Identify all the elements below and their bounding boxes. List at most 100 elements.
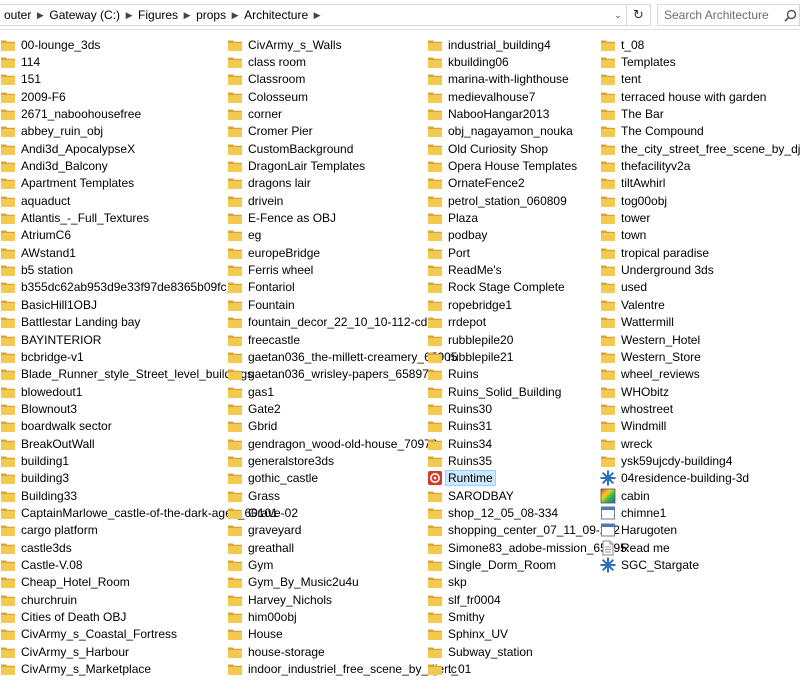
folder-item[interactable]: NabooHangar2013 <box>427 105 627 122</box>
folder-item[interactable]: Port <box>427 244 627 261</box>
folder-item[interactable]: House <box>227 626 457 643</box>
folder-item[interactable]: tropical paradise <box>600 244 800 261</box>
breadcrumb-item[interactable]: Architecture <box>242 8 310 22</box>
folder-item[interactable]: Ruins30 <box>427 400 627 417</box>
folder-item[interactable]: Ruins_Solid_Building <box>427 383 627 400</box>
folder-item[interactable]: used <box>600 279 800 296</box>
file-item[interactable]: Runtime <box>427 470 627 487</box>
folder-item[interactable]: slf_fr0004 <box>427 591 627 608</box>
folder-item[interactable]: gaetan036_wrisley-papers_65897 <box>227 366 457 383</box>
folder-item[interactable]: Ruins34 <box>427 435 627 452</box>
folder-item[interactable]: whostreet <box>600 400 800 417</box>
folder-item[interactable]: shopping_center_07_11_09-252 <box>427 522 627 539</box>
file-item[interactable]: chimne1 <box>600 504 800 521</box>
chevron-right-icon[interactable]: ▶ <box>33 10 47 21</box>
breadcrumb-item[interactable]: Figures <box>136 8 180 22</box>
folder-item[interactable]: shop_12_05_08-334 <box>427 504 627 521</box>
folder-item[interactable]: freecastle <box>227 331 457 348</box>
folder-item[interactable]: CivArmy_s_Walls <box>227 36 457 53</box>
folder-item[interactable]: Grave-02 <box>227 504 457 521</box>
folder-item[interactable]: Underground 3ds <box>600 261 800 278</box>
folder-item[interactable]: tent <box>600 71 800 88</box>
file-item[interactable]: Harugoten <box>600 522 800 539</box>
folder-item[interactable]: Single_Dorm_Room <box>427 556 627 573</box>
folder-item[interactable]: Templates <box>600 53 800 70</box>
chevron-right-icon[interactable]: ▶ <box>180 10 194 21</box>
folder-item[interactable]: Western_Store <box>600 348 800 365</box>
folder-item[interactable]: gendragon_wood-old-house_70978 <box>227 435 457 452</box>
folder-item[interactable]: Ruins35 <box>427 452 627 469</box>
folder-item[interactable]: Windmill <box>600 418 800 435</box>
folder-item[interactable]: skp <box>427 574 627 591</box>
folder-item[interactable]: Subway_station <box>427 643 627 660</box>
folder-item[interactable]: The Compound <box>600 123 800 140</box>
folder-item[interactable]: industrial_building4 <box>427 36 627 53</box>
folder-item[interactable]: town <box>600 227 800 244</box>
folder-item[interactable]: petrol_station_060809 <box>427 192 627 209</box>
folder-item[interactable]: Ruins <box>427 366 627 383</box>
address-dropdown-icon[interactable]: ⌄ <box>609 4 627 26</box>
folder-item[interactable]: Fontariol <box>227 279 457 296</box>
folder-item[interactable]: OrnateFence2 <box>427 175 627 192</box>
folder-item[interactable]: gothic_castle <box>227 470 457 487</box>
folder-item[interactable]: europeBridge <box>227 244 457 261</box>
folder-item[interactable]: him00obj <box>227 608 457 625</box>
folder-item[interactable]: tiltAwhirl <box>600 175 800 192</box>
breadcrumb-item[interactable]: props <box>194 8 228 22</box>
chevron-right-icon[interactable]: ▶ <box>122 10 136 21</box>
file-item[interactable]: 04residence-building-3d <box>600 470 800 487</box>
folder-item[interactable]: terraced house with garden <box>600 88 800 105</box>
folder-item[interactable]: tower <box>600 209 800 226</box>
folder-item[interactable]: rubblepile20 <box>427 331 627 348</box>
folder-item[interactable]: Opera House Templates <box>427 157 627 174</box>
folder-item[interactable]: SARODBAY <box>427 487 627 504</box>
folder-item[interactable]: The Bar <box>600 105 800 122</box>
folder-item[interactable]: t_08 <box>600 36 800 53</box>
folder-item[interactable]: Valentre <box>600 296 800 313</box>
folder-item[interactable]: Colosseum <box>227 88 457 105</box>
folder-item[interactable]: Rock Stage Complete <box>427 279 627 296</box>
folder-item[interactable]: tog00obj <box>600 192 800 209</box>
folder-item[interactable]: gas1 <box>227 383 457 400</box>
folder-item[interactable]: Plaza <box>427 209 627 226</box>
folder-item[interactable]: DragonLair Templates <box>227 157 457 174</box>
folder-item[interactable]: Ferris wheel <box>227 261 457 278</box>
folder-item[interactable]: graveyard <box>227 522 457 539</box>
file-item[interactable]: SGC_Stargate <box>600 556 800 573</box>
folder-item[interactable]: Smithy <box>427 608 627 625</box>
folder-item[interactable]: Ruins31 <box>427 418 627 435</box>
folder-item[interactable]: eg <box>227 227 457 244</box>
folder-item[interactable]: E-Fence as OBJ <box>227 209 457 226</box>
folder-item[interactable]: ReadMe's <box>427 261 627 278</box>
folder-item[interactable]: house-storage <box>227 643 457 660</box>
folder-item[interactable]: Harvey_Nichols <box>227 591 457 608</box>
folder-item[interactable]: Gate2 <box>227 400 457 417</box>
breadcrumb-item[interactable]: Gateway (C:) <box>47 8 122 22</box>
folder-item[interactable]: Cromer Pier <box>227 123 457 140</box>
chevron-right-icon[interactable]: ▶ <box>228 10 242 21</box>
folder-item[interactable]: ropebridge1 <box>427 296 627 313</box>
search-icon[interactable] <box>782 5 799 25</box>
folder-item[interactable]: marina-with-lighthouse <box>427 71 627 88</box>
folder-item[interactable]: Wattermill <box>600 314 800 331</box>
folder-item[interactable]: Gbrid <box>227 418 457 435</box>
folder-item[interactable]: the_city_street_free_scene_by_djeric <box>600 140 800 157</box>
folder-item[interactable]: WHObitz <box>600 383 800 400</box>
file-item[interactable]: cabin <box>600 487 800 504</box>
folder-item[interactable]: Sphinx_UV <box>427 626 627 643</box>
folder-item[interactable]: Fountain <box>227 296 457 313</box>
folder-item[interactable]: Old Curiosity Shop <box>427 140 627 157</box>
folder-item[interactable]: rubblepile21 <box>427 348 627 365</box>
folder-item[interactable]: medievalhouse7 <box>427 88 627 105</box>
folder-item[interactable]: ysk59ujcdy-building4 <box>600 452 800 469</box>
folder-item[interactable]: Classroom <box>227 71 457 88</box>
folder-item[interactable]: Simone83_adobe-mission_65695 <box>427 539 627 556</box>
folder-item[interactable]: wheel_reviews <box>600 366 800 383</box>
folder-item[interactable]: Western_Hotel <box>600 331 800 348</box>
file-item[interactable]: Read me <box>600 539 800 556</box>
folder-item[interactable]: Gym <box>227 556 457 573</box>
folder-item[interactable]: corner <box>227 105 457 122</box>
folder-item[interactable]: gaetan036_the-millett-creamery_65905 <box>227 348 457 365</box>
folder-item[interactable]: greathall <box>227 539 457 556</box>
folder-item[interactable]: wreck <box>600 435 800 452</box>
